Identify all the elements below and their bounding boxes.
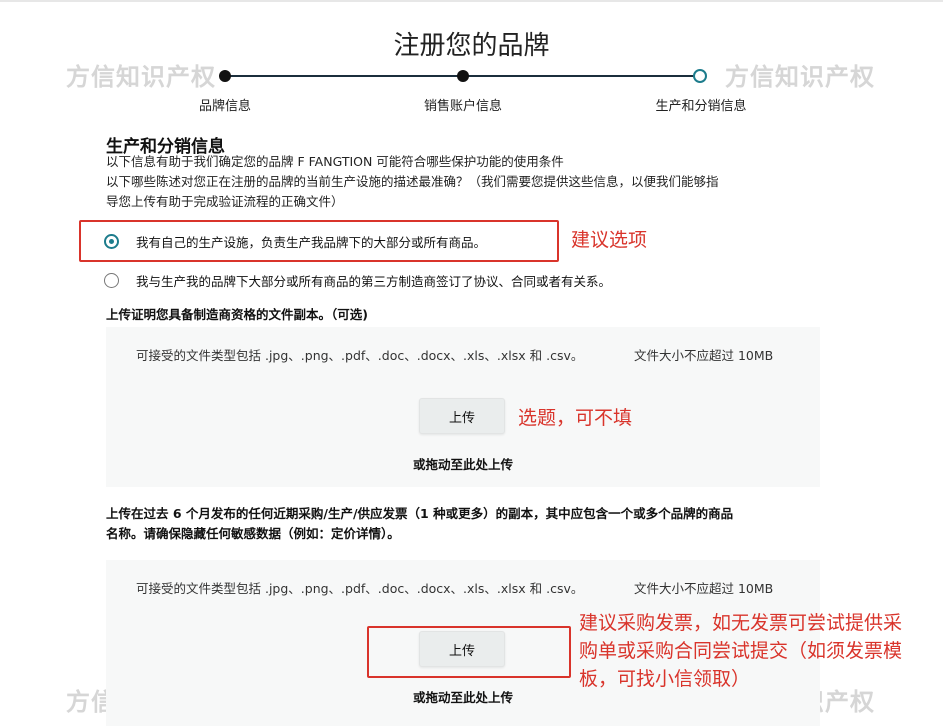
file-types-note: 可接受的文件类型包括 .jpg、.png、.pdf、.doc、.docx、.xl…	[136, 348, 584, 363]
top-divider	[0, 0, 943, 2]
manufacturer-doc-dropzone[interactable]: 可接受的文件类型包括 .jpg、.png、.pdf、.doc、.docx、.xl…	[106, 327, 820, 487]
step-3-label: 生产和分销信息	[655, 99, 747, 114]
step-2-label: 销售账户信息	[423, 99, 502, 114]
radio-option-third-party[interactable]: 我与生产我的品牌下大部分或所有商品的第三方制造商签订了协议、合同或者有关系。	[104, 271, 611, 290]
radio-unchecked-icon[interactable]	[104, 273, 119, 288]
annotation-highlight-box	[367, 626, 571, 678]
watermark: 方信知识产权	[725, 63, 875, 91]
file-types-note: 可接受的文件类型包括 .jpg、.png、.pdf、.doc、.docx、.xl…	[136, 581, 584, 596]
stepper-line-1	[225, 75, 463, 77]
drag-drop-hint: 或拖动至此处上传	[412, 457, 513, 472]
annotation-note-optional: 选题，可不填	[518, 407, 633, 429]
annotation-note-invoice-cont: 购单或采购合同尝试提交（如须发票模	[579, 640, 903, 662]
step-1-complete-dot	[219, 70, 231, 82]
radio-label: 我与生产我的品牌下大部分或所有商品的第三方制造商签订了协议、合同或者有关系。	[136, 274, 612, 289]
watermark: 方信知识产权	[66, 63, 216, 91]
annotation-note-invoice: 建议采购发票，如无发票可尝试提供采	[579, 612, 903, 634]
step-2-complete-dot	[457, 70, 469, 82]
step-3-current-dot	[693, 69, 707, 83]
question-text-cont: 导您上传有助于完成验证流程的正确文件）	[106, 194, 344, 209]
file-size-note: 文件大小不应超过 10MB	[634, 581, 774, 596]
annotation-note-invoice-cont: 板，可找小信领取）	[579, 668, 751, 690]
upload-button[interactable]: 上传	[419, 398, 505, 434]
upload-manufacturer-label: 上传证明您具备制造商资格的文件副本。（可选)	[106, 307, 368, 322]
section-description: 以下信息有助于我们确定您的品牌 F FANGTION 可能符合哪些保护功能的使用…	[106, 154, 564, 169]
stepper-line-2	[463, 75, 700, 77]
upload-invoice-label-cont: 名称。请确保隐藏任何敏感数据（例如：定价详情）。	[106, 526, 400, 541]
step-1-label: 品牌信息	[198, 99, 251, 114]
file-size-note: 文件大小不应超过 10MB	[634, 348, 774, 363]
question-text: 以下哪些陈述对您正在注册的品牌的当前生产设施的描述最准确？（我们需要您提供这些信…	[106, 174, 719, 189]
annotation-note-recommended: 建议选项	[571, 229, 648, 251]
upload-invoice-label: 上传在过去 6 个月发布的任何近期采购/生产/供应发票（1 种或更多）的副本，其…	[106, 506, 734, 521]
annotation-highlight-box	[79, 220, 559, 262]
